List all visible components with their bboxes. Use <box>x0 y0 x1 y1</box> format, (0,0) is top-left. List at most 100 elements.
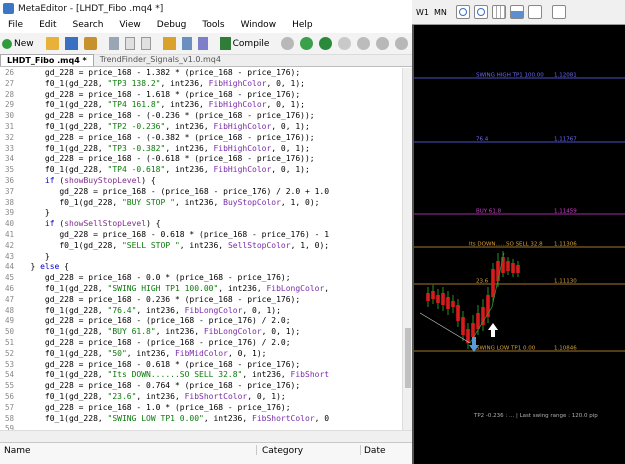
menu-tools[interactable]: Tools <box>194 20 232 30</box>
chart-canvas[interactable]: SWING HIGH TP1 100.00 1.12081 76.4 1.11767 B… <box>414 25 625 464</box>
code-line[interactable]: gd_228 = price_168 - 0.764 * (price_168 … <box>16 381 402 392</box>
copy-button[interactable] <box>123 35 137 53</box>
fib-level-label: Its DOWN......SO SELL 32.8 <box>469 242 543 248</box>
code-text[interactable]: gd_228 = price_168 - 1.382 * (price_168 … <box>16 68 402 442</box>
chart-shift-icon[interactable] <box>528 5 542 19</box>
timeframe-mn[interactable]: MN <box>434 8 447 17</box>
variables-button[interactable] <box>180 35 194 53</box>
code-line[interactable]: gd_228 = price_168 - 1.382 * (price_168 … <box>16 68 402 79</box>
code-line[interactable]: f0_1(gd_228, "TP4 -0.618", int236, FibHi… <box>16 165 402 176</box>
stop-icon <box>357 37 371 50</box>
line-number: 50 <box>4 327 14 337</box>
code-line[interactable]: } else { <box>16 262 402 273</box>
code-line[interactable]: f0_1(gd_228, "TP3 -0.382", int236, FibHi… <box>16 144 402 155</box>
indicators-icon[interactable] <box>552 5 566 19</box>
fib-level-label: 23.6 <box>476 279 489 285</box>
navigator-button[interactable] <box>161 35 178 53</box>
navigator-icon <box>162 37 176 50</box>
code-line[interactable]: gd_228 = price_168 - 1.0 * (price_168 - … <box>16 403 402 414</box>
vertical-scrollbar-thumb[interactable] <box>405 328 411 388</box>
fib-level-price: 1.11130 <box>554 279 577 285</box>
code-line[interactable]: gd_228 = price_168 - 1.618 * (price_168 … <box>16 90 402 101</box>
candle-body <box>441 293 445 305</box>
compile-button[interactable]: Compile <box>218 35 272 53</box>
start-history-button[interactable] <box>317 35 334 53</box>
fib-level-price: 1.11459 <box>554 209 577 215</box>
code-line[interactable]: if (showBuyStopLevel) { <box>16 176 402 187</box>
metaeditor-app-icon <box>3 3 14 14</box>
new-button[interactable]: New <box>0 35 36 53</box>
fib-level-price: 1.10846 <box>554 346 577 352</box>
tab-lhdt-fibo[interactable]: LHDT_Fibo .mq4 * <box>0 54 94 66</box>
start-debug-button[interactable] <box>298 35 315 53</box>
price-chart[interactable]: SWING HIGH TP1 100.00 1.12081 76.4 1.11767 B… <box>412 25 625 464</box>
line-number: 47 <box>4 294 14 304</box>
line-number: 30 <box>4 111 14 121</box>
column-category[interactable]: Category <box>262 446 303 456</box>
compile-button-label: Compile <box>232 38 270 49</box>
code-line[interactable]: if (showSellStopLevel) { <box>16 219 402 230</box>
zoom-out-icon[interactable] <box>474 5 488 19</box>
tile-windows-icon[interactable] <box>492 5 506 19</box>
code-line[interactable]: gd_228 = price_168 - 0.618 * (price_168 … <box>16 230 402 241</box>
horizontal-scrollbar[interactable] <box>0 430 412 442</box>
code-line[interactable]: f0_1(gd_228, "BUY 61.8", int236, FibLong… <box>16 327 402 338</box>
chart-footer-text: TP2 -0.236 : ... | Last swing range : 12… <box>473 413 598 419</box>
code-line[interactable]: gd_228 = price_168 - 0.236 * (price_168 … <box>16 295 402 306</box>
cut-button[interactable] <box>107 35 121 53</box>
code-line[interactable]: gd_228 = price_168 - (price_168 - price_… <box>16 338 402 349</box>
code-line[interactable]: gd_228 = price_168 - 0.0 * (price_168 - … <box>16 273 402 284</box>
menu-search[interactable]: Search <box>65 20 112 30</box>
menu-view[interactable]: View <box>111 20 148 30</box>
pause-button[interactable] <box>336 35 353 53</box>
zoom-in-icon[interactable] <box>456 5 470 19</box>
line-number: 40 <box>4 219 14 229</box>
menu-help[interactable]: Help <box>284 20 321 30</box>
menu-file[interactable]: File <box>0 20 31 30</box>
menu-window[interactable]: Window <box>233 20 285 30</box>
auto-scroll-icon[interactable] <box>510 5 524 19</box>
code-line[interactable]: f0_1(gd_228, "BUY STOP ", int236, BuySto… <box>16 198 402 209</box>
code-line[interactable]: f0_1(gd_228, "TP2 -0.236", int236, FibHi… <box>16 122 402 133</box>
menu-edit[interactable]: Edit <box>31 20 64 30</box>
code-line[interactable]: f0_1(gd_228, "50", int236, FibMidColor, … <box>16 349 402 360</box>
tab-trendfinder[interactable]: TrendFinder_Signals_v1.0.mq4 <box>94 54 227 66</box>
open-button[interactable] <box>44 35 61 53</box>
code-line[interactable]: } <box>16 208 402 219</box>
menu-debug[interactable]: Debug <box>149 20 195 30</box>
code-line[interactable]: f0_1(gd_228, "SWING LOW TP1 0.00", int23… <box>16 414 402 425</box>
save-all-button[interactable] <box>82 35 99 53</box>
code-line[interactable]: f0_1(gd_228, "SWING HIGH TP1 100.00", in… <box>16 284 402 295</box>
step-over-button[interactable] <box>393 35 410 53</box>
step-into-button[interactable] <box>374 35 391 53</box>
editor-toolbar: New Compile <box>0 33 412 55</box>
timeframe-w1[interactable]: W1 <box>416 8 429 17</box>
code-line[interactable]: gd_228 = price_168 - 0.618 * (price_168 … <box>16 360 402 371</box>
code-line[interactable]: gd_228 = price_168 - (-0.618 * (price_16… <box>16 154 402 165</box>
code-line[interactable]: gd_228 = price_168 - (-0.382 * (price_16… <box>16 133 402 144</box>
save-button[interactable] <box>63 35 80 53</box>
vertical-scrollbar[interactable] <box>402 68 412 442</box>
code-line[interactable]: gd_228 = price_168 - (-0.236 * (price_16… <box>16 111 402 122</box>
code-line[interactable]: } <box>16 252 402 263</box>
code-line[interactable]: f0_1(gd_228, "TP3 138.2", int236, FibHig… <box>16 79 402 90</box>
column-date[interactable]: Date <box>364 446 386 456</box>
code-line[interactable]: f0_1(gd_228, "TP4 161.8", int236, FibHig… <box>16 100 402 111</box>
code-line[interactable]: gd_228 = price_168 - (price_168 - price_… <box>16 187 402 198</box>
code-line[interactable]: gd_228 = price_168 - (price_168 - price_… <box>16 316 402 327</box>
line-number: 27 <box>4 78 14 88</box>
code-line[interactable]: f0_1(gd_228, "Its DOWN......SO SELL 32.8… <box>16 370 402 381</box>
stop-button[interactable] <box>355 35 372 53</box>
fib-level-label: BUY 61.8 <box>476 209 502 215</box>
code-line[interactable]: f0_1(gd_228, "SELL STOP ", int236, SellS… <box>16 241 402 252</box>
metatrader-terminal: W1 MN SWING HIGH TP1 100.00 1.12081 76.4 1.… <box>412 0 625 464</box>
line-number-gutter: 26 27 28 29 30 31 32 33 34 35 36 37 38 39 40 41 42 43 44 45… <box>0 68 16 442</box>
line-number: 56 <box>4 392 14 401</box>
functions-button[interactable] <box>196 35 210 53</box>
column-name[interactable]: Name <box>4 446 31 456</box>
code-line[interactable]: f0_1(gd_228, "76.4", int236, FibLongColo… <box>16 306 402 317</box>
code-line[interactable]: f0_1(gd_228, "23.6", int236, FibShortCol… <box>16 392 402 403</box>
paste-button[interactable] <box>139 35 153 53</box>
debug-back-button[interactable] <box>279 35 296 53</box>
code-editor[interactable]: 26 27 28 29 30 31 32 33 34 35 36 37 38 39 40 41 42 43 44 45… <box>0 68 412 442</box>
